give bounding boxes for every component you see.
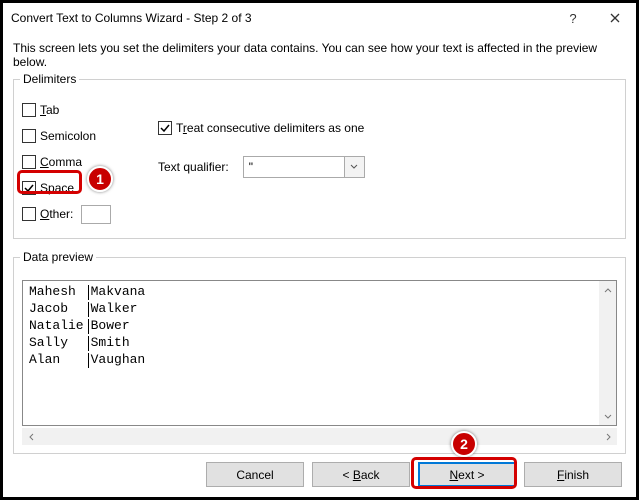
horizontal-scrollbar[interactable] [22, 428, 617, 445]
close-icon [610, 13, 620, 23]
delimiter-semicolon[interactable]: Semicolon [22, 126, 134, 146]
table-row: Mahesh Makvana [29, 285, 149, 300]
delimiter-other[interactable]: Other: [22, 204, 134, 224]
wizard-dialog: Convert Text to Columns Wizard - Step 2 … [3, 3, 636, 497]
delimiters-legend: Delimiters [20, 72, 79, 86]
delimiter-comma[interactable]: Comma [22, 152, 134, 172]
cancel-button[interactable]: Cancel [206, 462, 304, 487]
back-button[interactable]: < Back [312, 462, 410, 487]
scroll-right-icon [600, 428, 617, 445]
preview-legend: Data preview [20, 250, 96, 264]
checkbox-icon [22, 181, 36, 195]
delimiter-tab[interactable]: Tab [22, 100, 134, 120]
vertical-scrollbar[interactable] [599, 281, 616, 425]
text-qualifier-select[interactable]: " [243, 156, 365, 178]
table-row: Jacob Walker [29, 302, 149, 317]
delimiter-space[interactable]: Space [22, 178, 134, 198]
table-row: Sally Smith [29, 336, 149, 351]
checkbox-icon [22, 155, 36, 169]
button-row: Cancel < Back Next > Finish [13, 454, 626, 489]
other-delimiter-input[interactable] [81, 205, 111, 224]
finish-button[interactable]: Finish [524, 462, 622, 487]
scroll-up-icon [599, 281, 616, 298]
scroll-left-icon [22, 428, 39, 445]
table-row: Alan Vaughan [29, 353, 149, 368]
next-button[interactable]: Next > [418, 462, 516, 487]
delimiters-group: Delimiters Tab Semicolon Comma [13, 79, 626, 239]
checkbox-icon [158, 121, 172, 135]
checkbox-icon [22, 207, 36, 221]
table-row: NatalieBower [29, 319, 149, 334]
preview-table: Mahesh Makvana Jacob Walker NatalieBower… [22, 280, 617, 426]
text-qualifier-label: Text qualifier: [158, 160, 229, 174]
checkbox-icon [22, 129, 36, 143]
checkbox-icon [22, 103, 36, 117]
chevron-down-icon [344, 157, 364, 177]
dialog-title: Convert Text to Columns Wizard - Step 2 … [11, 11, 552, 25]
scroll-down-icon [599, 408, 616, 425]
titlebar: Convert Text to Columns Wizard - Step 2 … [3, 3, 636, 33]
close-button[interactable] [594, 3, 636, 33]
help-button[interactable]: ? [552, 3, 594, 33]
step-description: This screen lets you set the delimiters … [13, 41, 626, 69]
data-preview-group: Data preview Mahesh Makvana Jacob Walker… [13, 257, 626, 454]
treat-consecutive-checkbox[interactable]: Treat consecutive delimiters as one [158, 118, 365, 138]
